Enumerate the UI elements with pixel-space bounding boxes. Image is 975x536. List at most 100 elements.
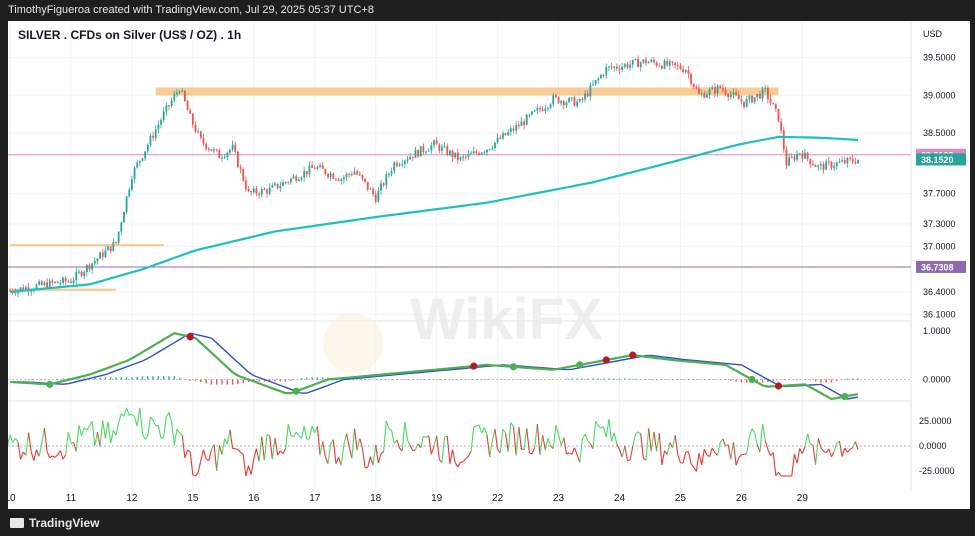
candle-body [814, 165, 817, 167]
rsi-segment [184, 449, 189, 459]
rsi-segment [775, 471, 779, 477]
time-tick-label: 12 [126, 493, 138, 504]
candle-body [467, 153, 470, 157]
candle-body [430, 145, 433, 151]
candle-body [419, 146, 422, 157]
rsi-segment [176, 428, 181, 434]
rsi-segment [160, 436, 164, 439]
candle-body [56, 281, 59, 284]
candle-body [107, 246, 109, 251]
rsi-segment [396, 439, 401, 449]
candle-body [390, 171, 393, 174]
candle-body [96, 258, 99, 261]
tradingview-logo[interactable]: TradingView [10, 516, 99, 530]
candle-body [629, 64, 631, 68]
time-tick-label: 23 [553, 493, 565, 504]
rsi-segment [613, 432, 618, 445]
rsi-segment [261, 436, 265, 461]
candle-body [488, 149, 491, 151]
time-tick-label: 18 [370, 493, 382, 504]
candle-body [178, 91, 181, 93]
candle-body [321, 165, 324, 169]
candle-body [690, 73, 692, 84]
macd-cross-marker [46, 380, 54, 388]
rsi-segment [282, 448, 287, 454]
rsi-segment [308, 425, 313, 439]
rsi-segment [271, 437, 276, 460]
candle-body [721, 88, 724, 91]
candle-body [462, 156, 465, 158]
candle-body [788, 157, 790, 166]
candle-body [62, 277, 64, 284]
rsi-segment [536, 423, 541, 456]
candle-body [621, 66, 624, 70]
rsi-segment [28, 432, 32, 452]
rsi-segment [404, 421, 409, 441]
candle-body [446, 146, 449, 155]
rsi-segment [624, 445, 628, 461]
candle-body [486, 149, 488, 153]
candle-body [708, 89, 711, 95]
candle-body [136, 162, 139, 168]
chart-svg[interactable]: WikiFX 39.5000 39.0000 38.5000 37.7000 37.30… [4, 21, 970, 509]
rsi-segment [748, 428, 753, 438]
rsi-segment [526, 428, 530, 453]
candle-body [655, 62, 658, 66]
rsi-segment [687, 451, 692, 464]
rsi-segment [695, 453, 700, 472]
candle-body [385, 174, 388, 186]
rsi-segment [14, 437, 19, 443]
candle-body [472, 151, 475, 154]
rsi-segment [812, 444, 817, 465]
candle-body [268, 187, 271, 194]
rsi-segment [340, 444, 345, 466]
price-tick-label: 37.7000 [923, 189, 956, 199]
candle-body [650, 59, 653, 62]
rsi-segment [584, 434, 589, 441]
time-tick-label: 11 [66, 493, 77, 504]
candle-body [152, 135, 154, 138]
candle-body [197, 131, 200, 133]
candle-body [358, 174, 361, 176]
rsi-segment [539, 435, 544, 456]
watermark-logo-icon [323, 313, 383, 373]
rsi-segment [353, 428, 358, 451]
rsi-segment [81, 427, 85, 436]
candle-body [401, 164, 404, 166]
chart-area[interactable]: WikiFX 39.5000 39.0000 38.5000 37.7000 37.30… [4, 21, 970, 509]
candle-body [523, 121, 525, 125]
footer-bar: TradingView [0, 509, 975, 536]
rsi-segment [235, 448, 239, 451]
candle-body [515, 125, 518, 131]
candle-body [830, 161, 833, 168]
rsi-segment [531, 447, 536, 455]
candle-body [425, 151, 427, 153]
candle-body [464, 156, 467, 158]
rsi-segment [75, 425, 80, 452]
rsi-segment [544, 438, 549, 451]
candle-body [782, 130, 785, 150]
rsi-segment [332, 439, 337, 464]
rsi-segment [449, 449, 454, 464]
candle-body [798, 153, 801, 155]
candle-body [761, 88, 764, 99]
candle-body [396, 162, 398, 166]
rsi-segment [287, 424, 292, 436]
time-tick-label: 16 [248, 493, 260, 504]
rsi-segment [322, 441, 326, 457]
candle-body [91, 263, 94, 270]
candle-body [115, 242, 117, 244]
rsi-segment [470, 426, 475, 452]
candle-body [311, 165, 313, 168]
price-tick-label: 36.1000 [923, 310, 956, 320]
rsi-segment [841, 448, 846, 457]
candle-body [608, 66, 610, 68]
macd-cross-marker [576, 361, 584, 369]
rsi-segment [134, 416, 138, 427]
rsi-segment [656, 433, 660, 452]
candle-body [361, 175, 364, 179]
rsi-segment [703, 449, 708, 456]
candle-body [666, 60, 669, 66]
rsi-segment [807, 433, 811, 445]
rsi-segment [719, 438, 724, 443]
